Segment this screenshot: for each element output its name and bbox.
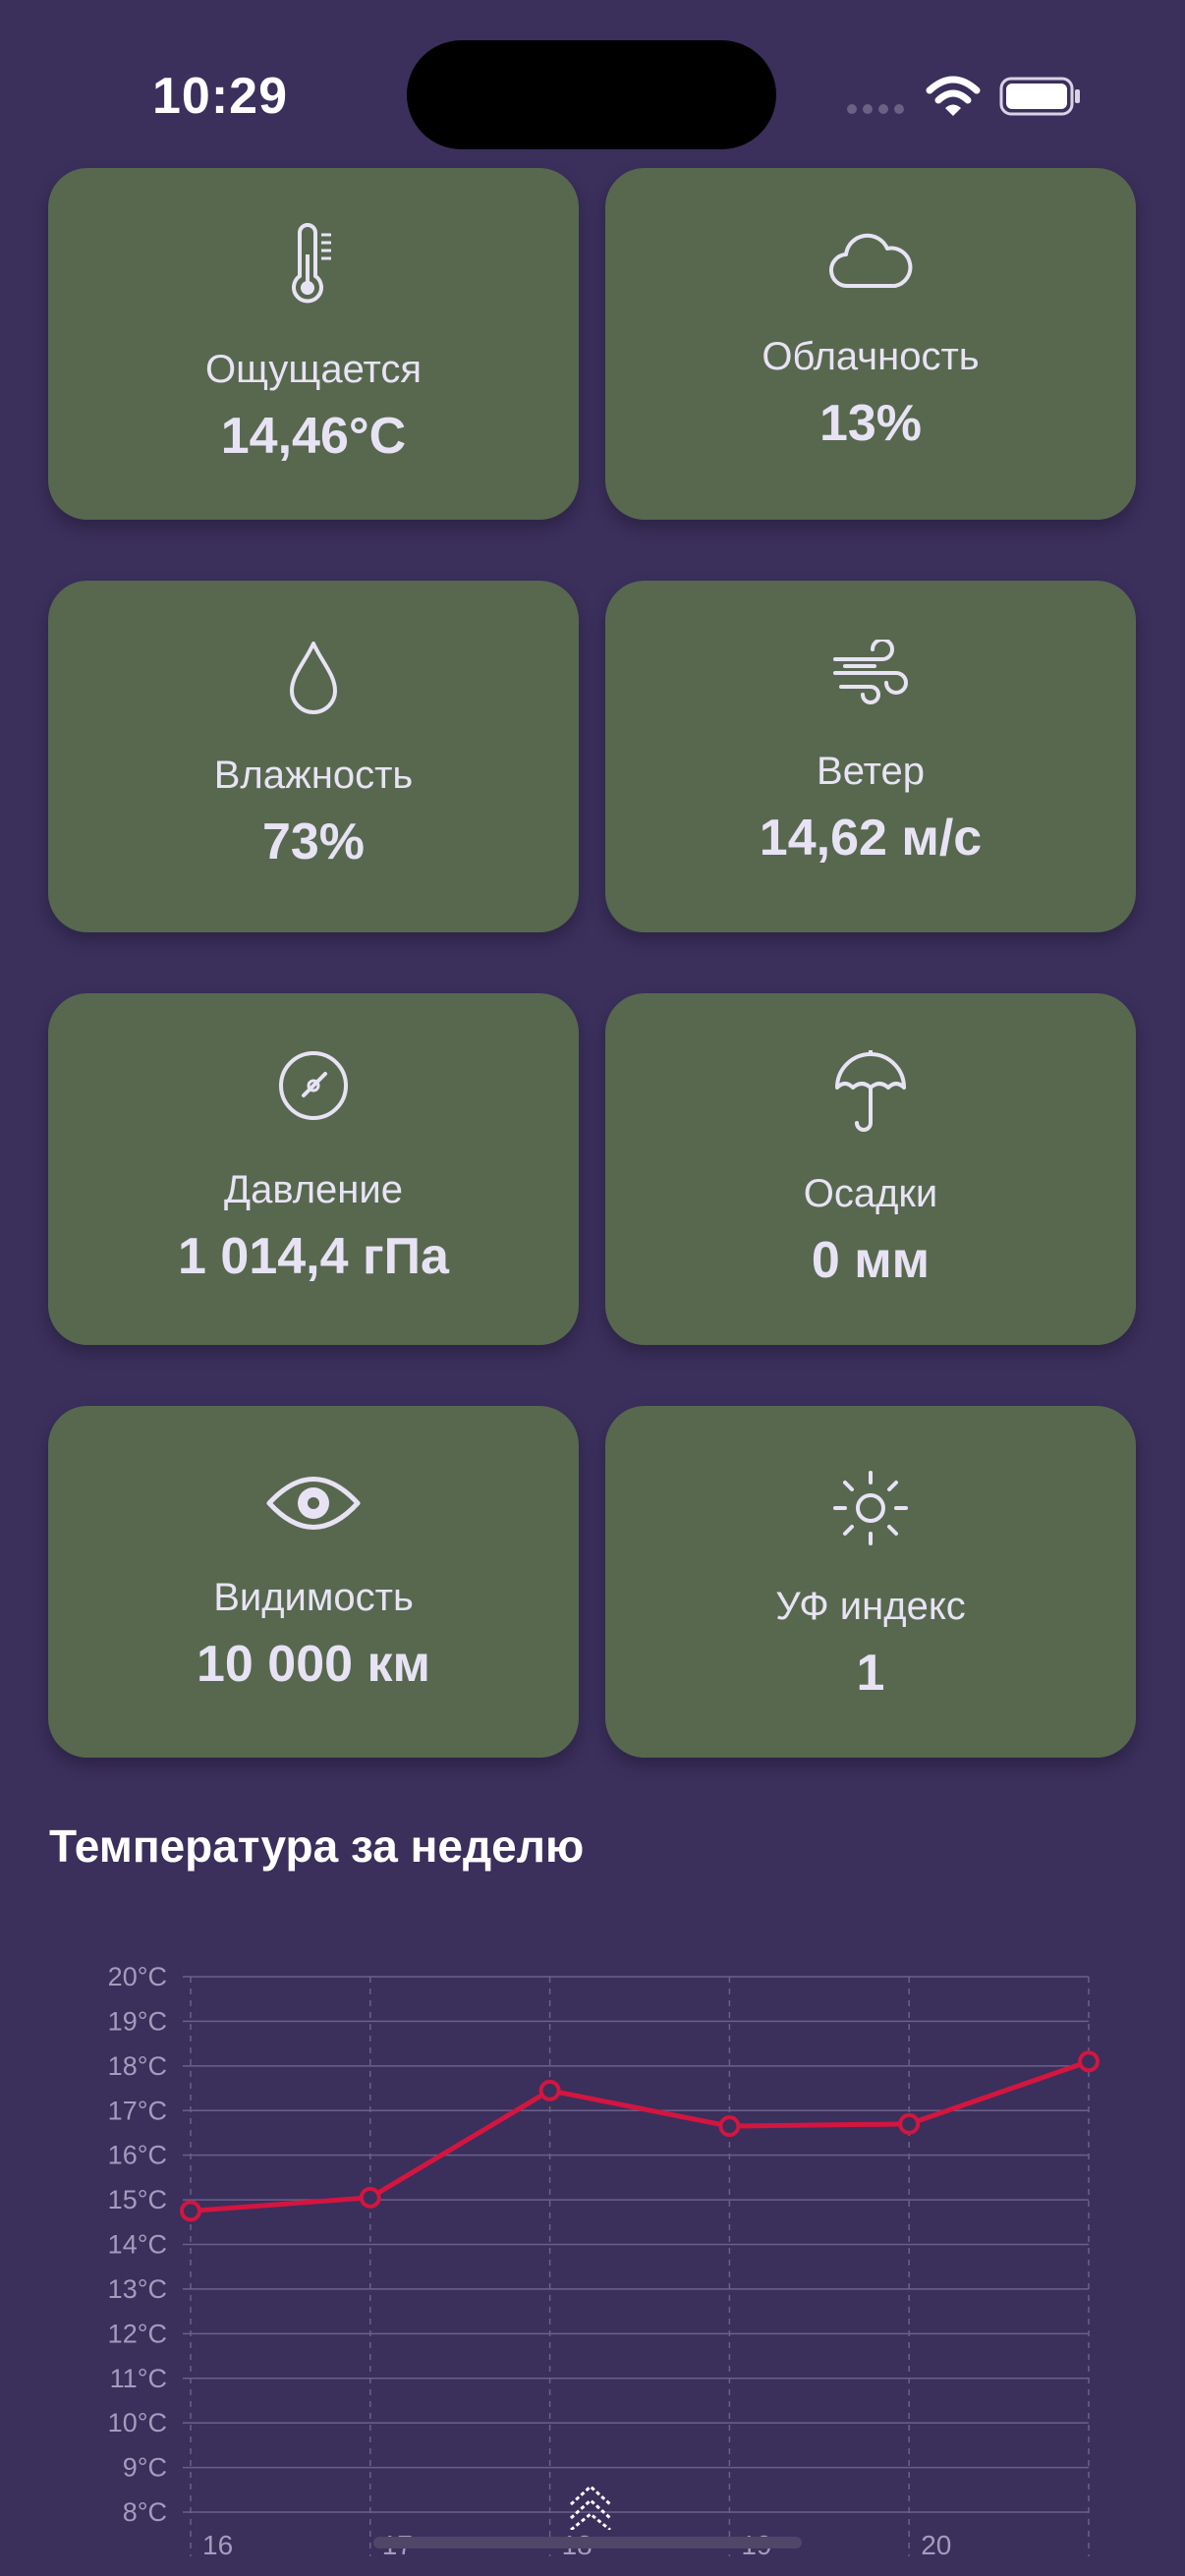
series-line	[190, 2058, 1090, 2213]
card-wind: Ветер 14,62 м/с	[605, 581, 1136, 932]
wifi-icon	[926, 76, 981, 116]
y-tick-label: 18°C	[108, 2051, 167, 2081]
y-tick-label: 15°C	[108, 2185, 167, 2214]
eye-icon	[266, 1477, 361, 1530]
y-tick-label: 13°C	[108, 2274, 167, 2304]
data-point	[718, 2115, 741, 2138]
drop-icon	[290, 642, 337, 714]
data-point	[538, 2079, 561, 2101]
card-pressure: Давление 1 014,4 гПа	[48, 993, 579, 1345]
card-cloudiness: Облачность 13%	[605, 168, 1136, 520]
card-value: 73%	[261, 813, 366, 870]
card-label: Ветер	[817, 750, 925, 793]
thermometer-icon	[292, 223, 331, 304]
gauge-icon	[279, 1051, 348, 1120]
x-tick-label: 20	[921, 2530, 951, 2560]
y-tick-label: 20°C	[108, 1962, 167, 1991]
wind-icon	[833, 640, 908, 704]
data-point	[180, 2200, 201, 2222]
card-value: 1 014,4 гПа	[178, 1228, 449, 1285]
umbrella-icon	[835, 1050, 906, 1132]
status-bar: 10:29	[0, 0, 1185, 157]
data-point	[898, 2112, 921, 2135]
card-label: УФ индекс	[775, 1585, 966, 1628]
dynamic-island	[407, 40, 776, 149]
data-point	[1078, 2050, 1100, 2073]
signal-dots-icon	[847, 104, 904, 114]
card-value: 14,46°C	[220, 408, 407, 465]
card-label: Осадки	[803, 1172, 938, 1215]
chart-y-ticks: 8°C 9°C 10°C 11°C 12°C 13°C 14°C 15°C 16°C 17°C 18…	[108, 1962, 167, 2527]
y-tick-label: 10°C	[108, 2408, 167, 2437]
temperature-chart: 8°C 9°C 10°C 11°C 12°C 13°C 14°C 15°C 16°C 17°C 18…	[108, 1962, 1100, 2560]
card-label: Видимость	[213, 1576, 414, 1619]
card-humidity: Влажность 73%	[48, 581, 579, 932]
home-indicator[interactable]	[373, 2537, 802, 2548]
card-uv-index: УФ индекс 1	[605, 1406, 1136, 1758]
y-tick-label: 14°C	[108, 2230, 167, 2260]
card-label: Давление	[224, 1168, 403, 1211]
status-time: 10:29	[152, 68, 288, 125]
y-tick-label: 17°C	[108, 2096, 167, 2125]
card-label: Ощущается	[204, 348, 423, 391]
card-value: 14,62 м/с	[759, 810, 983, 867]
card-feels-like: Ощущается 14,46°C	[48, 168, 579, 520]
y-tick-label: 8°C	[123, 2497, 167, 2527]
y-tick-label: 16°C	[108, 2141, 167, 2170]
card-value: 1	[856, 1645, 885, 1702]
card-label: Облачность	[762, 335, 980, 378]
sun-icon	[833, 1471, 908, 1545]
y-tick-label: 19°C	[108, 2006, 167, 2036]
x-tick-label: 16	[202, 2530, 233, 2560]
card-value: 10 000 км	[197, 1636, 430, 1693]
data-point	[359, 2186, 381, 2209]
card-label: Влажность	[213, 754, 414, 797]
card-precipitation: Осадки 0 мм	[605, 993, 1136, 1345]
y-tick-label: 12°C	[108, 2319, 167, 2348]
scroll-up-chevron-icon[interactable]	[568, 2483, 613, 2530]
y-tick-label: 11°C	[110, 2364, 167, 2393]
chart-title: Температура за неделю	[49, 1820, 585, 1872]
card-visibility: Видимость 10 000 км	[48, 1406, 579, 1758]
cloud-icon	[829, 233, 913, 289]
card-value: 0 мм	[811, 1232, 931, 1289]
chart-grid	[183, 1976, 1090, 2556]
chart-series	[180, 2050, 1100, 2222]
battery-icon	[999, 77, 1080, 116]
card-value: 13%	[818, 395, 923, 452]
y-tick-label: 9°C	[123, 2453, 167, 2483]
